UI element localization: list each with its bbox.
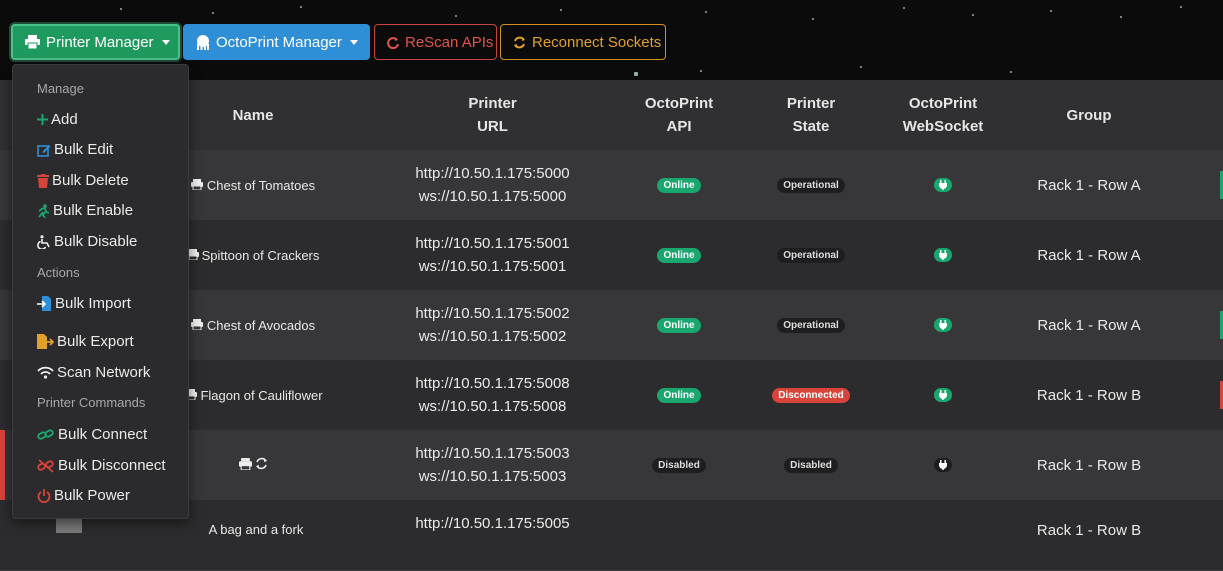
wifi-icon xyxy=(37,366,54,379)
reconnect-sockets-button[interactable]: Reconnect Sockets xyxy=(500,24,666,60)
printer-group: Rack 1 - Row A xyxy=(1037,316,1141,334)
file-import-icon xyxy=(37,296,52,311)
redo-icon xyxy=(387,36,399,49)
plus-icon xyxy=(37,114,48,125)
sync-icon xyxy=(255,457,268,473)
header-octoprint-websocket[interactable]: OctoPrint WebSocket xyxy=(880,80,1006,150)
printer-icon xyxy=(190,318,203,333)
api-status-badge: Disabled xyxy=(624,430,734,500)
edit-icon xyxy=(37,143,51,157)
plug-icon xyxy=(934,318,952,332)
printer-url: http://10.50.1.175:5001 ws://10.50.1.175:… xyxy=(415,235,570,275)
octoprint-manager-label: OctoPrint Manager xyxy=(216,33,342,51)
websocket-status xyxy=(880,290,1006,360)
printer-group: Rack 1 - Row A xyxy=(1037,246,1141,264)
unlink-icon xyxy=(37,458,55,473)
websocket-status xyxy=(880,430,1006,500)
websocket-status xyxy=(880,220,1006,290)
printer-icon xyxy=(190,178,203,193)
websocket-status xyxy=(880,360,1006,430)
websocket-status xyxy=(880,150,1006,220)
printer-group: Rack 1 - Row B xyxy=(1036,522,1142,539)
header-printer-url[interactable]: Printer URL xyxy=(410,80,575,150)
chevron-down-icon xyxy=(349,39,358,45)
printer-url: http://10.50.1.175:5000 ws://10.50.1.175:… xyxy=(415,165,570,205)
header-group[interactable]: Group xyxy=(1020,80,1158,150)
printer-manager-label: Printer Manager xyxy=(46,33,154,51)
menu-item-bulk-disconnect[interactable]: Bulk Disconnect xyxy=(37,457,166,474)
dropdown-header-manage: Manage xyxy=(37,81,84,96)
chevron-down-icon xyxy=(161,39,170,45)
octopus-icon xyxy=(196,34,210,50)
menu-item-bulk-connect[interactable]: Bulk Connect xyxy=(37,426,147,443)
api-status-badge: Online xyxy=(624,150,734,220)
header-octoprint-api[interactable]: OctoPrint API xyxy=(624,80,734,150)
menu-item-bulk-delete[interactable]: Bulk Delete xyxy=(37,172,129,189)
rescan-apis-label: ReScan APIs xyxy=(405,33,494,51)
sync-icon xyxy=(513,36,526,49)
printer-manager-button[interactable]: Printer Manager xyxy=(11,24,180,60)
printer-group: Rack 1 - Row A xyxy=(1037,176,1141,194)
printer-state-badge: Disabled xyxy=(756,430,866,500)
api-status-badge: Online xyxy=(624,360,734,430)
printer-name: Chest of Avocados xyxy=(190,290,316,360)
header-printer-state[interactable]: Printer State xyxy=(756,80,866,150)
row-status-edge xyxy=(0,430,5,500)
menu-item-bulk-export[interactable]: Bulk Export xyxy=(37,333,134,350)
printer-group: Rack 1 - Row B xyxy=(1036,456,1142,474)
printer-state-badge: Operational xyxy=(756,220,866,290)
plug-icon xyxy=(934,388,952,402)
menu-item-bulk-power[interactable]: Bulk Power xyxy=(37,487,130,504)
menu-item-scan-network[interactable]: Scan Network xyxy=(37,364,150,381)
printer-name: A bag and a fork xyxy=(208,522,304,537)
plug-icon xyxy=(934,458,952,472)
menu-item-bulk-import[interactable]: Bulk Import xyxy=(37,295,131,312)
plug-icon xyxy=(934,248,952,262)
printer-state-badge: Operational xyxy=(756,290,866,360)
octoprint-manager-button[interactable]: OctoPrint Manager xyxy=(183,24,370,60)
printer-url: http://10.50.1.175:5008 ws://10.50.1.175:… xyxy=(415,375,570,415)
file-export-icon xyxy=(37,334,54,349)
rescan-apis-button[interactable]: ReScan APIs xyxy=(374,24,497,60)
printer-manager-dropdown: Manage Add Bulk Edit Bulk Delete Bulk En… xyxy=(12,64,189,519)
printer-url: http://10.50.1.175:5002 ws://10.50.1.175:… xyxy=(415,305,570,345)
reconnect-sockets-label: Reconnect Sockets xyxy=(532,33,662,51)
printer-state-badge: Operational xyxy=(756,150,866,220)
printer-name: Spittoon of Crackers xyxy=(186,220,320,290)
wheelchair-icon xyxy=(37,234,51,249)
printer-icon xyxy=(238,457,252,473)
printer-state-badge: Disconnected xyxy=(756,360,866,430)
printer-name: Chest of Tomatoes xyxy=(190,150,316,220)
printer-url: http://10.50.1.175:5003 ws://10.50.1.175:… xyxy=(415,445,570,485)
menu-item-bulk-edit[interactable]: Bulk Edit xyxy=(37,141,113,158)
menu-item-add[interactable]: Add xyxy=(37,111,78,128)
menu-item-bulk-disable[interactable]: Bulk Disable xyxy=(37,233,137,250)
dropdown-header-printer-commands: Printer Commands xyxy=(37,395,146,410)
running-icon xyxy=(37,203,50,218)
trash-icon xyxy=(37,173,49,188)
power-icon xyxy=(37,488,51,503)
dropdown-header-actions: Actions xyxy=(37,265,80,280)
menu-item-bulk-enable[interactable]: Bulk Enable xyxy=(37,202,133,219)
printer-name xyxy=(190,430,316,500)
plug-icon xyxy=(934,178,952,192)
printer-icon xyxy=(25,35,40,49)
printer-group: Rack 1 - Row B xyxy=(1036,386,1142,404)
api-status-badge: Online xyxy=(624,220,734,290)
printer-name: Flagon of Cauliflower xyxy=(184,360,324,430)
link-icon xyxy=(37,428,55,442)
header-name[interactable]: Name xyxy=(190,80,316,150)
api-status-badge: Online xyxy=(624,290,734,360)
printer-url: http://10.50.1.175:5005 xyxy=(415,515,570,532)
